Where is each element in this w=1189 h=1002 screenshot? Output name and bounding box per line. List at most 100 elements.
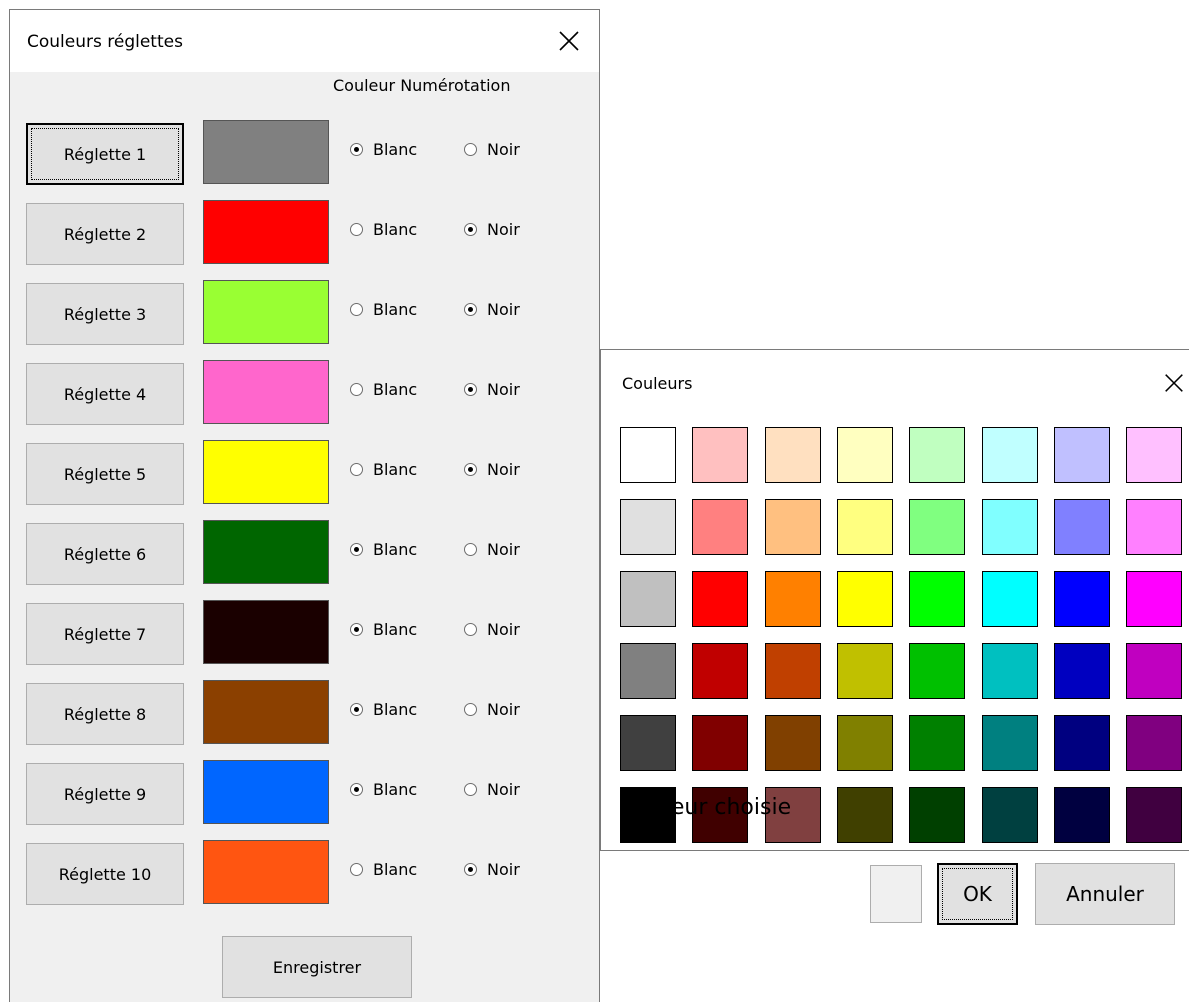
radio-white-indicator[interactable] <box>350 783 363 796</box>
palette-swatch[interactable] <box>1126 643 1182 699</box>
radio-black-indicator[interactable] <box>464 463 477 476</box>
radio-black-indicator[interactable] <box>464 303 477 316</box>
palette-swatch[interactable] <box>837 571 893 627</box>
ruler-color-swatch[interactable] <box>203 760 329 824</box>
palette-swatch[interactable] <box>909 571 965 627</box>
radio-black[interactable]: Noir <box>464 860 520 879</box>
palette-swatch[interactable] <box>909 787 965 843</box>
radio-black-indicator[interactable] <box>464 143 477 156</box>
palette-swatch[interactable] <box>837 499 893 555</box>
radio-white[interactable]: Blanc <box>350 460 417 479</box>
palette-swatch[interactable] <box>837 643 893 699</box>
palette-swatch[interactable] <box>1054 427 1110 483</box>
radio-black-indicator[interactable] <box>464 783 477 796</box>
radio-white-indicator[interactable] <box>350 143 363 156</box>
palette-swatch[interactable] <box>982 427 1038 483</box>
ok-button[interactable]: OK <box>937 863 1018 925</box>
palette-swatch[interactable] <box>765 643 821 699</box>
radio-white[interactable]: Blanc <box>350 700 417 719</box>
ruler-color-swatch[interactable] <box>203 360 329 424</box>
radio-black[interactable]: Noir <box>464 220 520 239</box>
palette-swatch[interactable] <box>1054 571 1110 627</box>
radio-black[interactable]: Noir <box>464 540 520 559</box>
radio-black-indicator[interactable] <box>464 223 477 236</box>
close-icon[interactable] <box>1162 371 1186 395</box>
palette-swatch[interactable] <box>692 571 748 627</box>
ruler-color-swatch[interactable] <box>203 440 329 504</box>
ruler-color-swatch[interactable] <box>203 280 329 344</box>
radio-white[interactable]: Blanc <box>350 620 417 639</box>
palette-swatch[interactable] <box>909 499 965 555</box>
palette-swatch[interactable] <box>982 643 1038 699</box>
palette-swatch[interactable] <box>692 499 748 555</box>
ruler-button[interactable]: Réglette 8 <box>26 683 184 745</box>
palette-swatch[interactable] <box>1126 787 1182 843</box>
radio-black[interactable]: Noir <box>464 620 520 639</box>
radio-black-indicator[interactable] <box>464 383 477 396</box>
palette-swatch[interactable] <box>620 571 676 627</box>
palette-swatch[interactable] <box>909 427 965 483</box>
palette-swatch[interactable] <box>765 571 821 627</box>
radio-white-indicator[interactable] <box>350 863 363 876</box>
radio-black[interactable]: Noir <box>464 460 520 479</box>
radio-black[interactable]: Noir <box>464 300 520 319</box>
palette-swatch[interactable] <box>909 715 965 771</box>
ruler-button[interactable]: Réglette 2 <box>26 203 184 265</box>
ruler-button[interactable]: Réglette 3 <box>26 283 184 345</box>
radio-white-indicator[interactable] <box>350 383 363 396</box>
radio-black[interactable]: Noir <box>464 140 520 159</box>
palette-swatch[interactable] <box>837 787 893 843</box>
ruler-color-swatch[interactable] <box>203 520 329 584</box>
radio-white[interactable]: Blanc <box>350 300 417 319</box>
ruler-button[interactable]: Réglette 9 <box>26 763 184 825</box>
ruler-button[interactable]: Réglette 5 <box>26 443 184 505</box>
palette-swatch[interactable] <box>620 643 676 699</box>
radio-white-indicator[interactable] <box>350 543 363 556</box>
ruler-button[interactable]: Réglette 4 <box>26 363 184 425</box>
ruler-color-swatch[interactable] <box>203 200 329 264</box>
radio-white[interactable]: Blanc <box>350 860 417 879</box>
palette-swatch[interactable] <box>982 787 1038 843</box>
ruler-button[interactable]: Réglette 1 <box>26 123 184 185</box>
radio-white-indicator[interactable] <box>350 303 363 316</box>
palette-swatch[interactable] <box>1126 499 1182 555</box>
palette-swatch[interactable] <box>1054 787 1110 843</box>
palette-swatch[interactable] <box>765 715 821 771</box>
cancel-button[interactable]: Annuler <box>1035 863 1175 925</box>
palette-swatch[interactable] <box>909 643 965 699</box>
radio-white-indicator[interactable] <box>350 463 363 476</box>
palette-swatch[interactable] <box>1126 427 1182 483</box>
ruler-color-swatch[interactable] <box>203 680 329 744</box>
radio-black-indicator[interactable] <box>464 623 477 636</box>
palette-swatch[interactable] <box>692 643 748 699</box>
palette-swatch[interactable] <box>692 427 748 483</box>
radio-white-indicator[interactable] <box>350 623 363 636</box>
palette-swatch[interactable] <box>837 715 893 771</box>
ruler-button[interactable]: Réglette 6 <box>26 523 184 585</box>
palette-swatch[interactable] <box>982 499 1038 555</box>
palette-swatch[interactable] <box>1054 715 1110 771</box>
palette-swatch[interactable] <box>982 571 1038 627</box>
radio-black-indicator[interactable] <box>464 863 477 876</box>
radio-black-indicator[interactable] <box>464 543 477 556</box>
palette-swatch[interactable] <box>765 499 821 555</box>
palette-swatch[interactable] <box>692 715 748 771</box>
palette-swatch[interactable] <box>1126 571 1182 627</box>
palette-swatch[interactable] <box>982 715 1038 771</box>
radio-white[interactable]: Blanc <box>350 780 417 799</box>
save-button[interactable]: Enregistrer <box>222 936 412 998</box>
radio-white-indicator[interactable] <box>350 703 363 716</box>
palette-swatch[interactable] <box>837 427 893 483</box>
close-icon[interactable] <box>556 28 582 54</box>
radio-white[interactable]: Blanc <box>350 380 417 399</box>
palette-swatch[interactable] <box>620 427 676 483</box>
palette-swatch[interactable] <box>620 499 676 555</box>
palette-swatch[interactable] <box>620 715 676 771</box>
radio-black[interactable]: Noir <box>464 700 520 719</box>
radio-white[interactable]: Blanc <box>350 540 417 559</box>
ruler-color-swatch[interactable] <box>203 840 329 904</box>
ruler-button[interactable]: Réglette 7 <box>26 603 184 665</box>
palette-swatch[interactable] <box>765 427 821 483</box>
palette-swatch[interactable] <box>1054 499 1110 555</box>
ruler-color-swatch[interactable] <box>203 600 329 664</box>
